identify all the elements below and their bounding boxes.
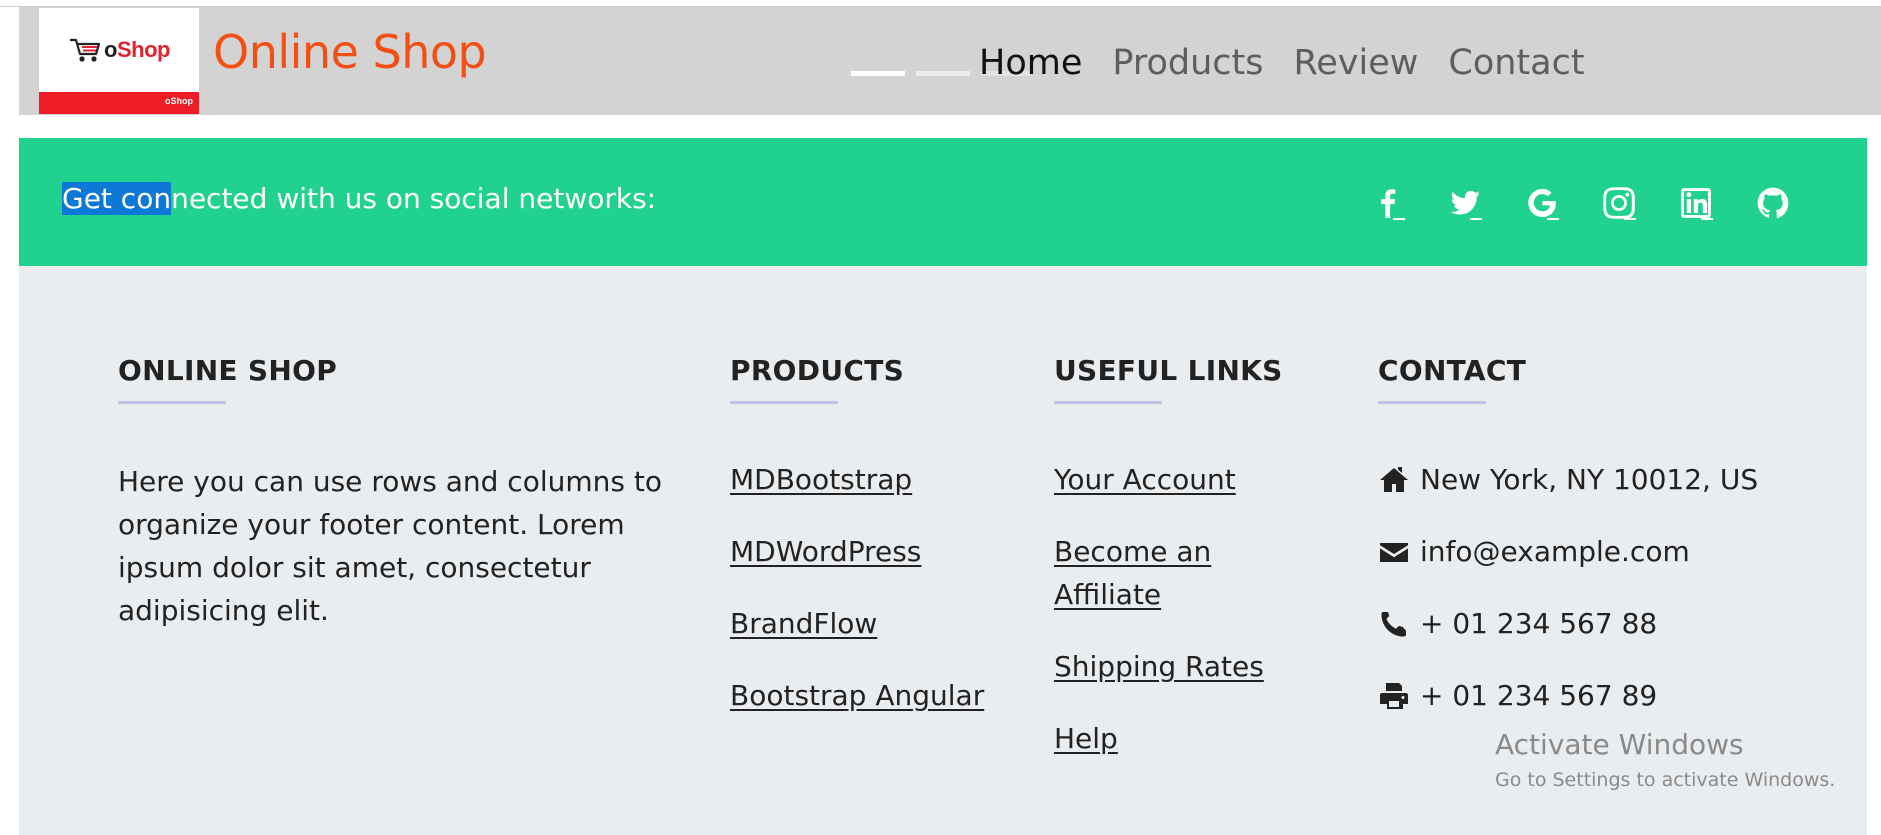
home-icon <box>1380 466 1408 492</box>
logo-main: oShop <box>39 8 199 92</box>
site-logo[interactable]: oShop oShop <box>39 8 199 114</box>
list-item: MDWordPress <box>730 530 984 573</box>
description-line: adipisicing elit. <box>118 594 329 627</box>
brand-title[interactable]: Online Shop <box>213 27 487 78</box>
social-banner: Get connected with us on social networks… <box>19 138 1867 266</box>
heading-rule <box>730 401 838 404</box>
link-underline <box>1393 218 1405 220</box>
description-line: ipsum dolor sit amet, consectetur <box>118 551 591 584</box>
contact-address: New York, NY 10012, US <box>1378 458 1758 501</box>
linkedin-icon <box>1681 188 1711 218</box>
link-help[interactable]: Help <box>1054 722 1118 755</box>
carousel-indicator-2[interactable] <box>916 71 970 76</box>
link-brandflow[interactable]: BrandFlow <box>730 607 877 640</box>
contact-phone: + 01 234 567 88 <box>1378 602 1758 645</box>
products-heading: PRODUCTS <box>730 354 905 387</box>
logo-red-strip: oShop <box>39 92 199 114</box>
link-line: Affiliate <box>1054 578 1162 611</box>
link-become-affiliate[interactable]: Become an Affiliate <box>1054 535 1211 611</box>
github-link[interactable] <box>1756 184 1833 222</box>
shopping-cart-icon <box>70 38 101 62</box>
facebook-icon <box>1381 189 1396 218</box>
selected-text: Get con <box>62 182 172 215</box>
main-nav: Home Products Review Contact <box>979 43 1585 83</box>
printer-icon <box>1380 682 1408 709</box>
useful-links: Your Account Become an Affiliate Shipping… <box>1054 458 1283 760</box>
address-text: New York, NY 10012, US <box>1420 463 1759 496</box>
list-item: Become an Affiliate <box>1054 530 1283 616</box>
google-link[interactable] <box>1525 184 1602 222</box>
online-shop-heading: ONLINE SHOP <box>118 354 338 387</box>
google-icon <box>1528 188 1556 218</box>
list-item: Bootstrap Angular <box>730 674 984 717</box>
phone-icon <box>1381 611 1406 636</box>
useful-links-heading: USEFUL LINKS <box>1054 354 1283 387</box>
twitter-icon <box>1450 190 1480 215</box>
linkedin-link[interactable] <box>1679 184 1756 222</box>
social-icons <box>1371 184 1833 222</box>
footer-col-contact: CONTACT New York, NY 10012, US info@exam… <box>1378 354 1758 746</box>
link-line: Become an <box>1054 535 1212 568</box>
link-bootstrap-angular[interactable]: Bootstrap Angular <box>730 679 984 712</box>
phone-text: + 01 234 567 88 <box>1420 607 1658 640</box>
heading-rule <box>1054 401 1162 404</box>
window-left-edge <box>0 0 19 835</box>
fax-text: + 01 234 567 89 <box>1420 679 1658 712</box>
email-text: info@example.com <box>1420 535 1690 568</box>
heading-rule <box>118 401 226 404</box>
activate-subtitle: Go to Settings to activate Windows. <box>1495 769 1836 791</box>
footer-col-online-shop: ONLINE SHOP Here you can use rows and co… <box>118 354 662 632</box>
heading-rule <box>1378 401 1486 404</box>
link-mdbootstrap[interactable]: MDBootstrap <box>730 463 912 496</box>
link-your-account[interactable]: Your Account <box>1054 463 1236 496</box>
nav-products[interactable]: Products <box>1112 43 1263 83</box>
nav-home[interactable]: Home <box>979 43 1082 83</box>
activate-title: Activate Windows <box>1495 728 1744 761</box>
link-underline <box>1470 218 1482 220</box>
social-banner-text-rest: nected with us on social networks: <box>171 182 657 215</box>
products-links: MDBootstrap MDWordPress BrandFlow Bootst… <box>730 458 984 717</box>
footer-col-useful-links: USEFUL LINKS Your Account Become an Affil… <box>1054 354 1283 789</box>
site-header: oShop oShop Online Shop Home Products Re… <box>19 7 1881 115</box>
footer-col-products: PRODUCTS MDBootstrap MDWordPress BrandFl… <box>730 354 984 746</box>
link-underline <box>1547 218 1559 220</box>
online-shop-description: Here you can use rows and columns to org… <box>118 460 662 632</box>
contact-list: New York, NY 10012, US info@example.com … <box>1378 458 1758 717</box>
contact-fax: + 01 234 567 89 <box>1378 674 1758 717</box>
link-underline <box>1624 218 1636 220</box>
list-item: BrandFlow <box>730 602 984 645</box>
link-shipping-rates[interactable]: Shipping Rates <box>1054 650 1264 683</box>
envelope-icon <box>1380 542 1408 562</box>
logo-wordmark: oShop <box>104 37 170 62</box>
instagram-link[interactable] <box>1602 184 1679 222</box>
facebook-link[interactable] <box>1371 184 1448 222</box>
nav-contact[interactable]: Contact <box>1448 43 1584 83</box>
social-banner-text: Get connected with us on social networks… <box>62 181 656 217</box>
window-top-edge <box>0 0 1881 7</box>
activate-windows-watermark: Activate Windows Go to Settings to activ… <box>1495 728 1835 791</box>
carousel-indicator-1[interactable] <box>851 71 905 76</box>
github-icon <box>1757 187 1789 218</box>
instagram-icon <box>1603 187 1635 219</box>
description-line: organize your footer content. Lorem <box>118 508 625 541</box>
nav-review[interactable]: Review <box>1294 43 1419 83</box>
logo-mini-wordmark: oShop <box>165 96 193 106</box>
description-line: Here you can use rows and columns to <box>118 465 662 498</box>
list-item: MDBootstrap <box>730 458 984 501</box>
twitter-link[interactable] <box>1448 184 1525 222</box>
contact-heading: CONTACT <box>1378 354 1527 387</box>
link-mdwordpress[interactable]: MDWordPress <box>730 535 921 568</box>
list-item: Help <box>1054 717 1283 760</box>
link-underline <box>1701 218 1713 220</box>
contact-email: info@example.com <box>1378 530 1758 573</box>
list-item: Your Account <box>1054 458 1283 501</box>
list-item: Shipping Rates <box>1054 645 1283 688</box>
